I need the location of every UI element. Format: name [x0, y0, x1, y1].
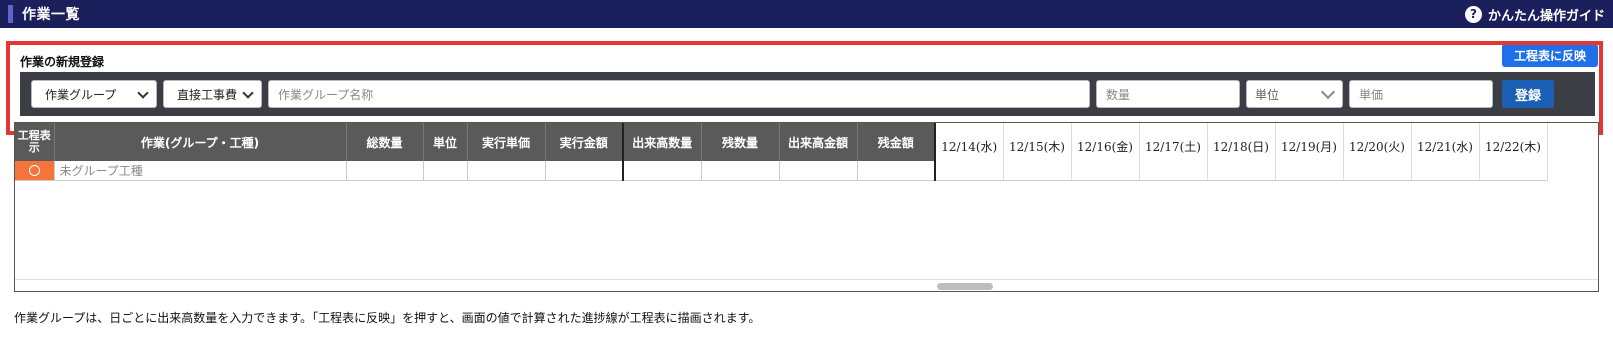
col-date: 12/18(日) — [1207, 123, 1276, 161]
col-date: 12/19(月) — [1275, 123, 1344, 161]
page-title: 作業一覧 — [22, 7, 80, 23]
col-done-amount: 出来高金額 — [779, 123, 858, 161]
circle-icon — [28, 165, 40, 177]
col-show-schedule: 工程表示 — [15, 123, 55, 161]
cost-type-select[interactable]: 直接工事費 — [163, 80, 262, 108]
registration-title: 作業の新規登録 — [20, 55, 105, 69]
day-cell[interactable] — [1207, 161, 1276, 181]
col-date: 12/14(水) — [935, 123, 1004, 161]
unit-select-value: 単位 — [1255, 87, 1280, 102]
horizontal-scrollbar-thumb[interactable] — [937, 283, 993, 290]
col-work: 作業(グループ・工種) — [54, 123, 347, 161]
col-remain-amount: 残金額 — [857, 123, 936, 161]
easy-guide-label: かんたん操作ガイド — [1487, 8, 1605, 24]
top-header: 作業一覧 — [0, 0, 1613, 28]
col-date: 12/17(土) — [1139, 123, 1208, 161]
col-date: 12/16(金) — [1071, 123, 1140, 161]
question-circle-icon: ? — [1464, 5, 1482, 23]
work-name-cell: 未グループ工種 — [54, 161, 347, 181]
remain-amount-cell — [857, 161, 936, 181]
work-table: 工程表示 作業(グループ・工種) 総数量 単位 実行単価 実行金額 出来高数量 … — [15, 123, 1548, 181]
chevron-down-icon — [1320, 84, 1336, 100]
cost-type-select-value: 直接工事費 — [177, 87, 238, 102]
work-group-select-value: 作業グループ — [45, 87, 117, 102]
chevron-down-icon — [242, 87, 254, 99]
work-table-container: 工程表示 作業(グループ・工種) 総数量 単位 実行単価 実行金額 出来高数量 … — [14, 122, 1599, 292]
reflect-to-schedule-button[interactable]: 工程表に反映 — [1502, 44, 1598, 67]
exec-amount-cell — [545, 161, 624, 181]
col-exec-amount: 実行金額 — [545, 123, 624, 161]
register-button[interactable]: 登録 — [1502, 80, 1554, 108]
col-date: 12/22(木) — [1479, 123, 1548, 161]
col-total-qty: 総数量 — [346, 123, 424, 161]
col-unit: 単位 — [423, 123, 468, 161]
unit-select[interactable]: 単位 — [1246, 80, 1343, 108]
unit-price-input[interactable]: 単価 — [1349, 80, 1493, 108]
day-cell[interactable] — [1003, 161, 1072, 181]
day-cell[interactable] — [1479, 161, 1548, 181]
table-row[interactable]: 未グループ工種 — [15, 161, 1548, 181]
title-accent-bar — [8, 5, 13, 23]
new-work-registration-panel: 作業の新規登録 工程表に反映 作業グループ 直接工事費 作業グループ名称 数量 … — [6, 41, 1603, 135]
work-group-name-input[interactable]: 作業グループ名称 — [268, 80, 1090, 108]
col-date: 12/21(水) — [1411, 123, 1480, 161]
schedule-toggle[interactable] — [15, 161, 55, 181]
day-cell[interactable] — [1071, 161, 1140, 181]
col-exec-price: 実行単価 — [467, 123, 546, 161]
help-note: 作業グループは、日ごとに出来高数量を入力できます。「工程表に反映」を押すと、画面… — [14, 311, 761, 325]
col-remain-qty: 残数量 — [701, 123, 780, 161]
day-cell[interactable] — [1411, 161, 1480, 181]
work-group-select[interactable]: 作業グループ — [31, 80, 157, 108]
total-qty-cell — [346, 161, 424, 181]
day-cell[interactable] — [935, 161, 1004, 181]
chevron-down-icon — [137, 87, 149, 99]
day-cell[interactable] — [1343, 161, 1412, 181]
scrollbar-track — [15, 279, 1598, 280]
quantity-input[interactable]: 数量 — [1096, 80, 1240, 108]
col-date: 12/15(木) — [1003, 123, 1072, 161]
col-date: 12/20(火) — [1343, 123, 1412, 161]
easy-guide-link[interactable]: ? かんたん操作ガイド — [1464, 0, 1605, 28]
unit-cell — [423, 161, 468, 181]
col-done-qty: 出来高数量 — [623, 123, 702, 161]
done-qty-cell — [623, 161, 702, 181]
registration-form-bar: 作業グループ 直接工事費 作業グループ名称 数量 単位 単価 登録 — [20, 72, 1595, 116]
exec-price-cell — [467, 161, 546, 181]
day-cell[interactable] — [1139, 161, 1208, 181]
remain-qty-cell — [701, 161, 780, 181]
table-header-row: 工程表示 作業(グループ・工種) 総数量 単位 実行単価 実行金額 出来高数量 … — [15, 123, 1548, 161]
done-amount-cell — [779, 161, 858, 181]
day-cell[interactable] — [1275, 161, 1344, 181]
